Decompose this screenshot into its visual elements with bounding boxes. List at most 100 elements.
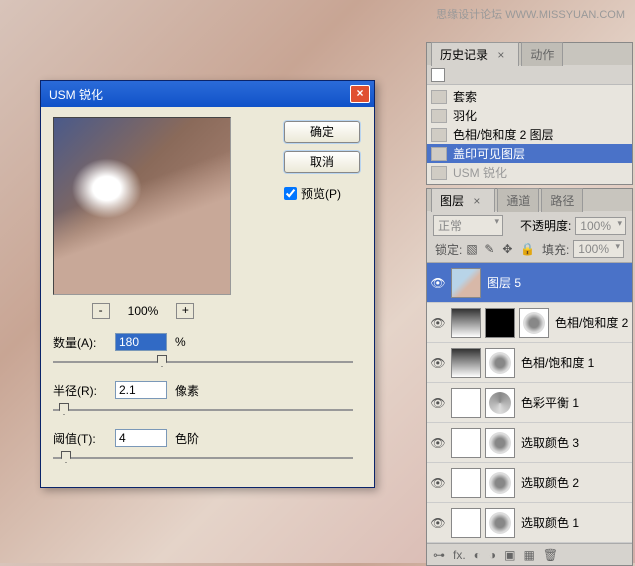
amount-slider[interactable] <box>53 353 353 371</box>
layer-row[interactable]: 👁 选取颜色 2 <box>427 463 632 503</box>
threshold-label: 阈值(T): <box>53 430 109 447</box>
tab-history[interactable]: 历史记录 × <box>431 42 519 66</box>
dialog-title: USM 锐化 <box>49 86 350 103</box>
lock-label: 锁定: <box>435 241 462 258</box>
layer-mask-thumb[interactable] <box>451 308 481 338</box>
visibility-eye-icon[interactable]: 👁 <box>429 476 447 490</box>
trash-icon[interactable]: 🗑 <box>543 548 558 562</box>
radius-unit: 像素 <box>175 382 199 399</box>
layer-row[interactable]: 👁 色彩平衡 1 <box>427 383 632 423</box>
radius-slider[interactable] <box>53 401 353 419</box>
history-item[interactable]: 羽化 <box>427 106 632 125</box>
layer-row[interactable]: 👁 色相/饱和度 2 <box>427 303 632 343</box>
add-mask-icon[interactable]: ◐ <box>474 548 481 562</box>
new-group-icon[interactable]: ▣ <box>504 548 515 562</box>
layer-mask-thumb[interactable] <box>451 508 481 538</box>
layer-mask-thumb[interactable] <box>451 428 481 458</box>
tab-paths[interactable]: 路径 <box>541 188 583 212</box>
zoom-out-button[interactable]: - <box>92 303 110 319</box>
radius-label: 半径(R): <box>53 382 109 399</box>
tab-layers[interactable]: 图层 × <box>431 188 495 212</box>
threshold-field: 阈值(T): 色阶 <box>53 429 362 447</box>
lock-transparent-icon[interactable]: ▧ <box>466 242 480 256</box>
layer-mask-thumb[interactable] <box>451 388 481 418</box>
layer-row[interactable]: 👁 色相/饱和度 1 <box>427 343 632 383</box>
layer-thumb[interactable] <box>451 268 481 298</box>
radius-field: 半径(R): 像素 <box>53 381 362 399</box>
threshold-input[interactable] <box>115 429 167 447</box>
layers-footer: ⊶ fx. ◐ ◑ ▣ ▦ 🗑 <box>427 543 632 565</box>
amount-input[interactable] <box>115 333 167 351</box>
cancel-button[interactable]: 取消 <box>284 151 360 173</box>
amount-unit: % <box>175 335 186 349</box>
tab-actions[interactable]: 动作 <box>521 42 563 66</box>
history-step-icon <box>431 128 447 142</box>
ok-button[interactable]: 确定 <box>284 121 360 143</box>
layer-mask-thumb[interactable] <box>451 348 481 378</box>
dialog-titlebar[interactable]: USM 锐化 × <box>41 81 374 107</box>
history-item[interactable]: 色相/饱和度 2 图层 <box>427 125 632 144</box>
preview-checkbox[interactable]: 预览(P) <box>284 185 360 202</box>
visibility-eye-icon[interactable]: 👁 <box>429 436 447 450</box>
opacity-dropdown[interactable]: 100% <box>575 217 626 235</box>
history-panel: 历史记录 × 动作 套索羽化色相/饱和度 2 图层盖印可见图层USM 锐化 <box>426 42 633 185</box>
slider-thumb[interactable] <box>157 355 167 367</box>
layer-name[interactable]: 色相/饱和度 2 <box>553 314 630 331</box>
new-layer-icon[interactable]: ▦ <box>524 548 535 562</box>
layer-mask-thumb[interactable] <box>485 308 515 338</box>
visibility-eye-icon[interactable]: 👁 <box>429 396 447 410</box>
blend-mode-dropdown[interactable]: 正常 <box>433 215 503 236</box>
fill-dropdown[interactable]: 100% <box>573 240 624 258</box>
tab-channels[interactable]: 通道 <box>497 188 539 212</box>
visibility-eye-icon[interactable]: 👁 <box>429 316 447 330</box>
lock-move-icon[interactable]: ✥ <box>502 242 516 256</box>
lock-paint-icon[interactable]: ✎ <box>484 242 498 256</box>
preview-check-input[interactable] <box>284 187 297 200</box>
threshold-slider[interactable] <box>53 449 353 467</box>
layer-name[interactable]: 图层 5 <box>485 274 630 291</box>
visibility-eye-icon[interactable]: 👁 <box>429 276 447 290</box>
layer-name[interactable]: 选取颜色 1 <box>519 514 630 531</box>
layer-fx-icon[interactable]: fx. <box>453 548 466 562</box>
adjustment-thumb[interactable] <box>485 348 515 378</box>
lock-all-icon[interactable]: 🔒 <box>520 242 534 256</box>
tab-close-icon[interactable]: × <box>488 46 510 64</box>
adjustment-thumb[interactable] <box>485 428 515 458</box>
history-item-label: USM 锐化 <box>453 164 507 181</box>
amount-label: 数量(A): <box>53 334 109 351</box>
layers-panel: 图层 × 通道 路径 正常 不透明度: 100% 锁定: ▧ ✎ ✥ 🔒 填充:… <box>426 188 633 566</box>
tab-close-icon[interactable]: × <box>464 192 486 210</box>
layer-name[interactable]: 色彩平衡 1 <box>519 394 630 411</box>
layer-mask-thumb[interactable] <box>451 468 481 498</box>
adjustment-thumb[interactable] <box>485 388 515 418</box>
history-item[interactable]: 套索 <box>427 87 632 106</box>
opacity-label: 不透明度: <box>520 217 571 234</box>
radius-input[interactable] <box>115 381 167 399</box>
slider-thumb[interactable] <box>59 403 69 415</box>
adjustment-thumb[interactable] <box>519 308 549 338</box>
history-step-icon <box>431 147 447 161</box>
layer-name[interactable]: 选取颜色 2 <box>519 474 630 491</box>
adjustment-thumb[interactable] <box>485 468 515 498</box>
adjustment-thumb[interactable] <box>485 508 515 538</box>
history-item-label: 羽化 <box>453 107 477 124</box>
zoom-in-button[interactable]: + <box>176 303 194 319</box>
preview-image[interactable] <box>53 117 231 295</box>
slider-thumb[interactable] <box>61 451 71 463</box>
usm-sharpen-dialog: USM 锐化 × 确定 取消 预览(P) - 100% + 数量(A): % 半… <box>40 80 375 488</box>
close-icon[interactable]: × <box>350 85 370 103</box>
layer-row[interactable]: 👁 选取颜色 3 <box>427 423 632 463</box>
history-item[interactable]: USM 锐化 <box>427 163 632 182</box>
layer-row[interactable]: 👁 图层 5 <box>427 263 632 303</box>
history-snapshot-row[interactable] <box>427 65 632 85</box>
history-item[interactable]: 盖印可见图层 <box>427 144 632 163</box>
link-layers-icon[interactable]: ⊶ <box>433 548 445 562</box>
visibility-eye-icon[interactable]: 👁 <box>429 516 447 530</box>
visibility-eye-icon[interactable]: 👁 <box>429 356 447 370</box>
preview-check-label: 预览(P) <box>301 185 341 202</box>
new-adjustment-icon[interactable]: ◑ <box>489 548 496 562</box>
layer-row[interactable]: 👁 选取颜色 1 <box>427 503 632 543</box>
layer-name[interactable]: 色相/饱和度 1 <box>519 354 630 371</box>
layer-name[interactable]: 选取颜色 3 <box>519 434 630 451</box>
snapshot-thumb <box>431 68 445 82</box>
